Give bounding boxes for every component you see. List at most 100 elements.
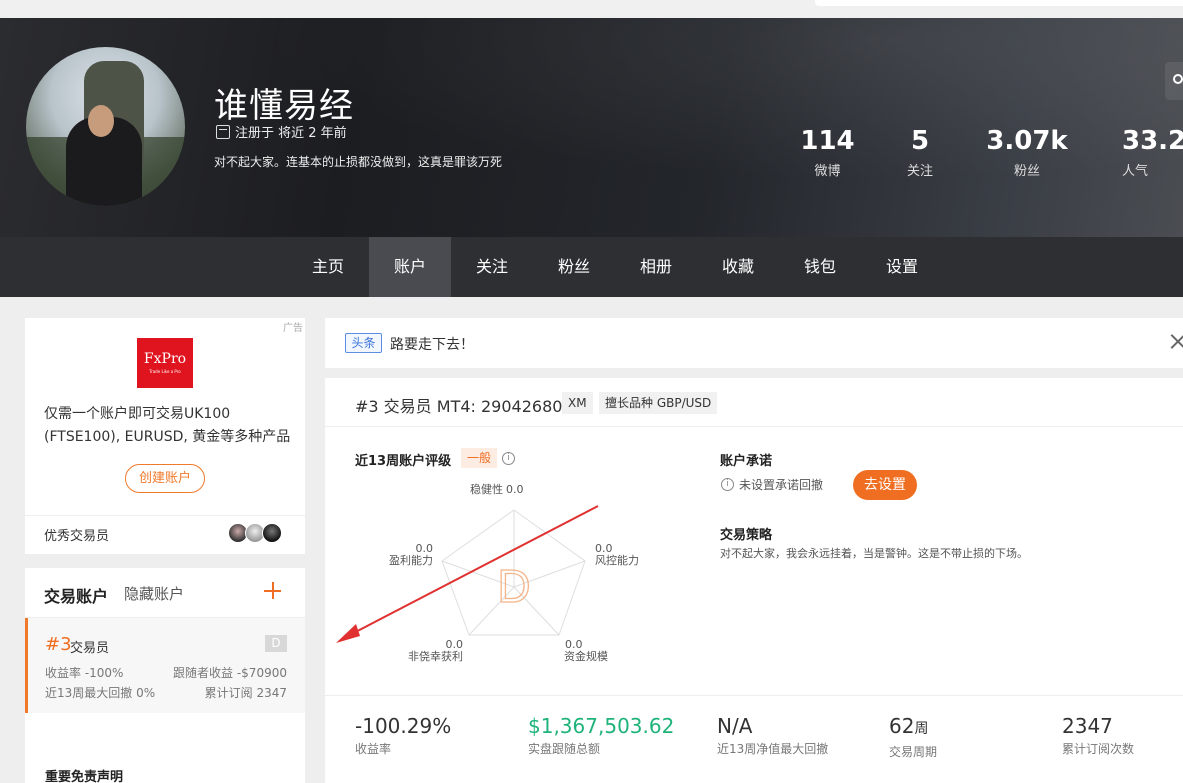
avatar[interactable] — [26, 47, 185, 206]
metric-label: 收益率 — [355, 742, 392, 756]
strategy-text: 对不起大家，我会永远挂着，当是警钟。这是不带止损的下场。 — [720, 547, 1028, 560]
nav-wallet[interactable]: 钱包 — [779, 237, 861, 297]
stat-weibo[interactable]: 114 微博 — [780, 126, 875, 179]
metric-yield: -100.29% 收益率 — [355, 714, 451, 757]
trader-avatars — [228, 523, 282, 543]
metric-label: 交易周期 — [889, 745, 938, 759]
profile-stats: 114 微博 5 关注 3.07k 粉丝 33.21 人气 — [780, 126, 1183, 179]
trader-avatar[interactable] — [262, 523, 282, 543]
avatar-trees — [26, 137, 185, 206]
promise-text: 未设置承诺回撤 — [739, 478, 824, 492]
ad-description: 仅需一个账户即可交易UK100 (FTSE100), EURUSD, 黄金等多种… — [44, 406, 291, 445]
account-subscriptions: 累计订阅 2347 — [204, 686, 287, 700]
logo-text: FxPro — [143, 351, 187, 367]
strategy-title: 交易策略 — [720, 528, 773, 543]
search-icon — [1173, 74, 1183, 84]
radar-value-stability: 0.0 — [506, 483, 524, 496]
add-account-icon[interactable] — [262, 580, 284, 602]
info-icon[interactable]: i — [502, 452, 515, 465]
radar-label-capital: 资金规模 — [564, 649, 608, 663]
rating-badge: 一般 — [461, 448, 498, 468]
pair-badge: 擅长品种 GBP/USD — [599, 392, 718, 414]
avatar-person — [66, 117, 142, 206]
ad-card: 广告 FxPro Trade Like a Pro 仅需一个账户即可交易UK10… — [25, 318, 305, 554]
divider — [325, 695, 1183, 696]
metric-value: 62 — [889, 714, 915, 738]
profile-nav: 主页 账户 关注 粉丝 相册 收藏 钱包 设置 — [0, 237, 1183, 297]
profile-motto: 对不起大家。连基本的止损都没做到，这真是罪该万死 — [214, 155, 503, 169]
rating-title: 近13周账户评级 — [355, 454, 452, 469]
metric-value: -100.29% — [355, 714, 452, 738]
disclaimer-title[interactable]: 重要免责声明 — [45, 766, 123, 783]
radar-label-nonluck: 非侥幸获利 — [408, 649, 463, 663]
account-item[interactable]: #3 交易员 D 收益率 -100% 跟随者收益 -$70900 近13周最大回… — [25, 618, 305, 713]
headline-bar: 头条 路要走下去！ — [325, 318, 1183, 368]
nav-account[interactable]: 账户 — [369, 237, 451, 297]
trader-card: #3 交易员 MT4: 29042680 XM 擅长品种 GBP/USD 近13… — [325, 378, 1183, 783]
stat-number: 114 — [800, 126, 855, 156]
go-settings-button[interactable]: 去设置 — [853, 470, 917, 500]
info-icon: i — [721, 478, 734, 491]
metric-label: 实盘跟随总额 — [528, 742, 601, 756]
metric-unit: 周 — [914, 721, 929, 737]
profile-banner: 谁懂易经 注册于 将近 2 年前 对不起大家。连基本的止损都没做到，这真是罪该万… — [0, 18, 1183, 237]
good-traders-label[interactable]: 优秀交易员 — [44, 525, 109, 544]
metric-value: 2347 — [1062, 714, 1113, 738]
radar-label-risk: 风控能力 — [595, 553, 639, 567]
avatar-head — [88, 105, 114, 137]
profile-name: 谁懂易经 — [214, 86, 354, 126]
search-button[interactable] — [1165, 62, 1183, 100]
broker-badge: XM — [562, 392, 593, 414]
radar-label-profit: 盈利能力 — [389, 553, 433, 567]
registered-text: 注册于 将近 2 年前 — [235, 126, 347, 141]
metric-label: 近13周净值最大回撤 — [717, 742, 829, 756]
nav-favorites[interactable]: 收藏 — [697, 237, 779, 297]
promise-title: 账户承诺 — [720, 454, 773, 469]
hidden-accounts-tab[interactable]: 隐藏账户 — [124, 583, 184, 604]
stat-fans[interactable]: 3.07k 粉丝 — [965, 126, 1089, 179]
metric-subscriptions: 2347 累计订阅次数 — [1062, 714, 1134, 757]
metric-trading-period: 62周 交易周期 — [889, 714, 937, 760]
headline-text[interactable]: 路要走下去！ — [390, 334, 474, 354]
stat-label: 关注 — [906, 164, 933, 179]
trader-title: #3 交易员 MT4: 29042680 — [355, 397, 563, 416]
stat-following[interactable]: 5 关注 — [875, 126, 965, 179]
stat-number: 33.21 — [1122, 126, 1183, 156]
stat-label: 人气 — [1122, 164, 1149, 179]
metric-value-wrap: 62周 — [889, 714, 937, 741]
nav-home[interactable]: 主页 — [287, 237, 369, 297]
radar-chart: D 稳健性 0.0 0.0 风控能力 0.0 资金规模 0.0 非侥幸获利 0.… — [389, 482, 639, 663]
accounts-tab[interactable]: 交易账户 — [44, 583, 108, 607]
account-yield: 收益率 -100% — [45, 666, 124, 680]
logo-subtext: Trade Like a Pro — [149, 369, 181, 374]
metric-value: $1,367,503.62 — [528, 714, 675, 738]
metric-value: N/A — [717, 714, 753, 738]
fxpro-logo[interactable]: FxPro Trade Like a Pro — [137, 338, 193, 388]
account-name: 交易员 — [70, 641, 110, 656]
nav-following[interactable]: 关注 — [451, 237, 533, 297]
stat-label: 粉丝 — [1013, 164, 1040, 179]
trader-header: #3 交易员 MT4: 29042680 XM 擅长品种 GBP/USD — [325, 378, 1183, 427]
metric-max-drawdown: N/A 近13周净值最大回撤 — [717, 714, 828, 757]
nav-fans[interactable]: 粉丝 — [533, 237, 615, 297]
close-icon[interactable] — [1168, 332, 1183, 352]
stat-number: 3.07k — [986, 126, 1068, 156]
registered-info: 注册于 将近 2 年前 — [216, 122, 347, 141]
nav-settings[interactable]: 设置 — [861, 237, 943, 297]
metric-label: 累计订阅次数 — [1062, 742, 1135, 756]
nav-album[interactable]: 相册 — [615, 237, 697, 297]
calendar-icon — [216, 124, 230, 139]
avatar-statue — [84, 61, 144, 171]
trading-accounts-card: 交易账户 隐藏账户 #3 交易员 D 收益率 -100% 跟随者收益 -$709… — [25, 568, 305, 783]
top-search-bar[interactable] — [815, 0, 1183, 6]
create-account-button[interactable]: 创建账户 — [125, 464, 205, 493]
metric-follow-total: $1,367,503.62 实盘跟随总额 — [528, 714, 674, 757]
ad-tag: 广告 — [283, 323, 303, 334]
radar-grade: D — [497, 560, 530, 612]
account-grade: D — [265, 635, 287, 652]
stat-popularity[interactable]: 33.21 人气 — [1089, 126, 1183, 179]
radar-label-stability: 稳健性 — [470, 482, 503, 496]
accounts-header: 交易账户 隐藏账户 — [25, 568, 305, 618]
account-max-drawdown: 近13周最大回撤 0% — [45, 686, 156, 700]
stat-label: 微博 — [814, 164, 841, 179]
